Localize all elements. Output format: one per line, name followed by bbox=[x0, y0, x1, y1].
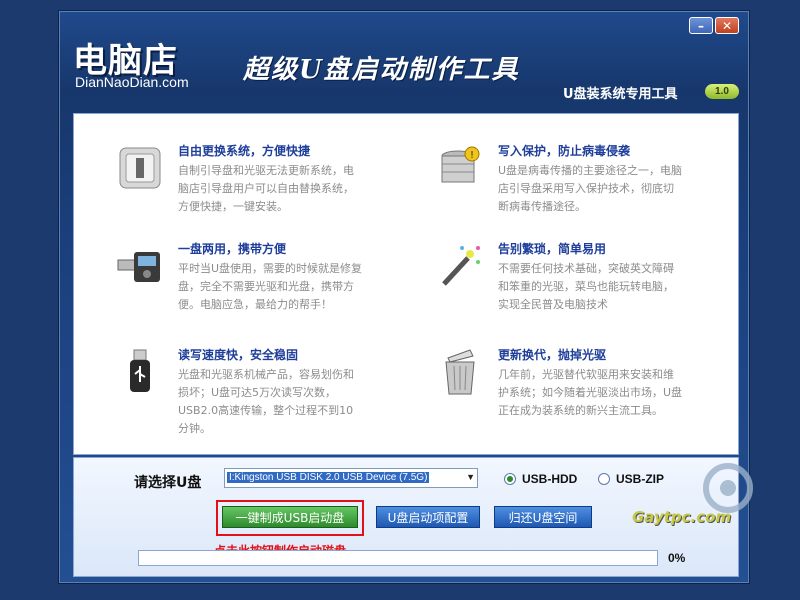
close-button[interactable]: ✕ bbox=[715, 17, 739, 34]
usb-device-select[interactable]: I:Kingston USB DISK 2.0 USB Device (7.5G… bbox=[224, 468, 478, 488]
slogan: 超级U盘启动制作工具 bbox=[243, 55, 520, 85]
radio-usb-hdd-label: USB-HDD bbox=[522, 472, 578, 486]
feature-title: 读写速度快，安全稳固 bbox=[178, 348, 299, 362]
feature-panel: 自由更换系统，方便快捷 自制引导盘和光驱无法更新系统，电脑店引导盘用户可以自由替… bbox=[73, 113, 739, 455]
watermark-logo-icon bbox=[703, 463, 753, 513]
make-usb-boot-button[interactable]: 一键制成USB启动盘 bbox=[222, 506, 358, 528]
feature-desc: 自制引导盘和光驱无法更新系统，电脑店引导盘用户可以自由替换系统，方便快捷，一键安… bbox=[178, 164, 354, 213]
watermark-text: Gaytpc.com bbox=[632, 508, 732, 526]
minimize-button[interactable]: – bbox=[689, 17, 713, 34]
chevron-down-icon[interactable]: ▼ bbox=[466, 472, 475, 482]
usb-mp3-icon bbox=[117, 252, 160, 282]
feature-desc: U盘是病毒传播的主要途径之一，电脑店引导盘采用写入保护技术，彻底切断病毒传播途径… bbox=[498, 164, 683, 213]
progress-text: 0% bbox=[668, 551, 686, 565]
version-badge: 1.0 bbox=[705, 84, 739, 99]
feature-title: 写入保护，防止病毒侵袭 bbox=[498, 144, 631, 158]
radio-usb-hdd[interactable]: USB-HDD bbox=[504, 472, 577, 486]
window-controls: – ✕ bbox=[689, 17, 739, 34]
usb-device-value: I:Kingston USB DISK 2.0 USB Device (7.5G… bbox=[227, 472, 430, 483]
feature-desc: 平时当U盘使用，需要的时候就是修复盘，完全不需要光驱和光盘，携带方便。电脑应急，… bbox=[178, 262, 363, 311]
usb-select-label: 请选择U盘 bbox=[134, 475, 202, 491]
feature-desc: 光盘和光驱系机械产品，容易划伤和损坏；U盘可达5万次读写次数，USB2.0高速传… bbox=[178, 368, 354, 435]
svg-text:!: ! bbox=[470, 150, 474, 161]
feature-desc: 不需要任何技术基础，突破英文障碍和笨重的光驱，菜鸟也能玩转电脑，实现全民普及电脑… bbox=[498, 262, 674, 311]
power-switch-icon bbox=[119, 147, 161, 189]
feature-title: 更新换代，抛掉光驱 bbox=[498, 348, 607, 362]
feature-title: 一盘两用，携带方便 bbox=[178, 242, 287, 256]
radio-dot[interactable] bbox=[598, 473, 610, 485]
usb-boot-config-button[interactable]: U盘启动项配置 bbox=[376, 506, 480, 528]
feature-title: 自由更换系统，方便快捷 bbox=[178, 144, 311, 158]
feature-title: 告别繁琐，简单易用 bbox=[498, 242, 607, 256]
progress-bar bbox=[138, 550, 658, 566]
magic-wand-icon bbox=[442, 246, 480, 286]
database-lock-icon: ! bbox=[441, 146, 480, 183]
radio-dot-selected[interactable] bbox=[504, 473, 516, 485]
feature-desc: 几年前，光驱替代软驱用来安装和维护系统；如今随着光驱淡出市场，U盘正在成为装系统… bbox=[498, 368, 683, 417]
restore-usb-space-button[interactable]: 归还U盘空间 bbox=[494, 506, 592, 528]
usb-drive-icon bbox=[130, 349, 150, 392]
subtitle: U盘装系统专用工具 bbox=[563, 87, 678, 102]
trash-can-icon bbox=[445, 349, 475, 395]
logo-english: DianNaoDian.com bbox=[75, 74, 189, 90]
